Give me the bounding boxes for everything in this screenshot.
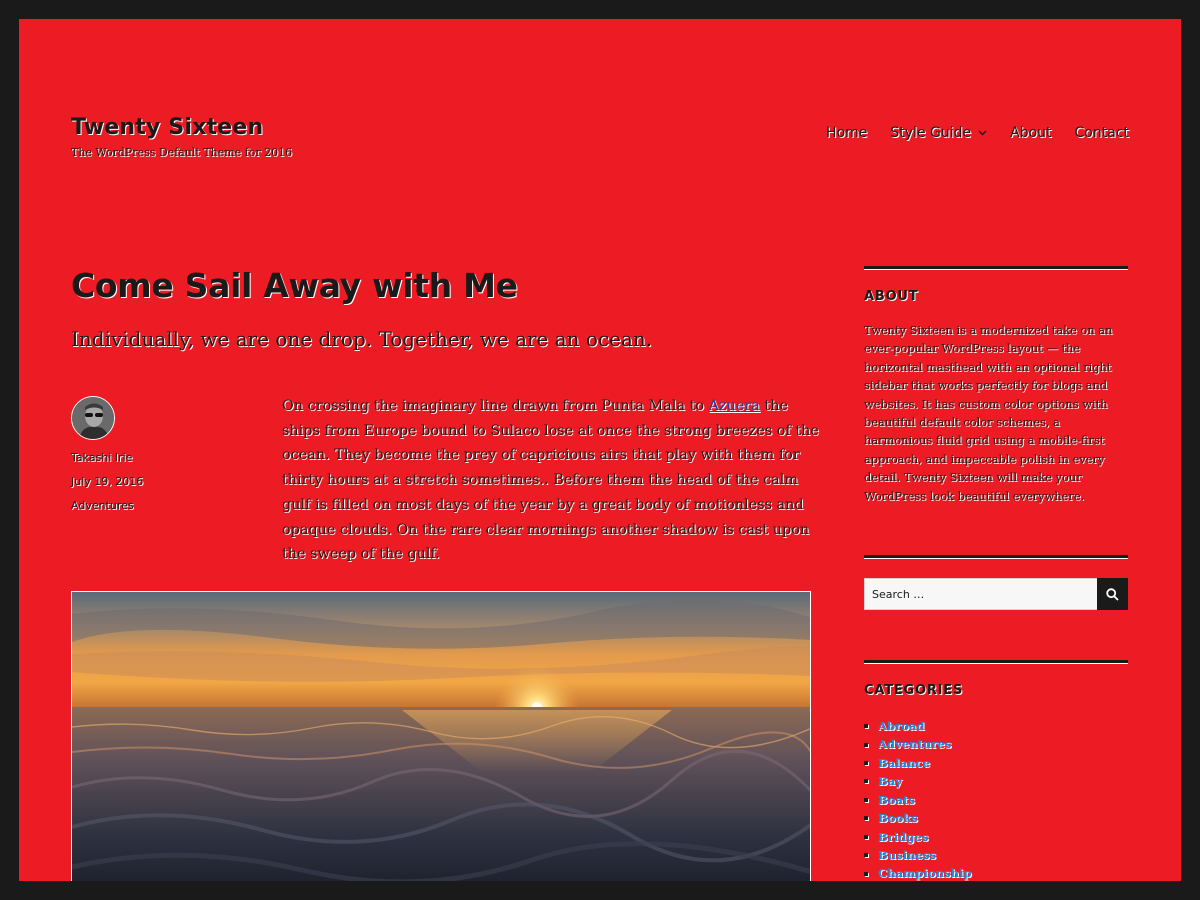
nav-item-label: Home	[826, 125, 868, 141]
post-date[interactable]: July 19, 2016	[71, 475, 143, 489]
list-item: Business	[864, 846, 1128, 864]
widget-title: ABOUT	[864, 289, 919, 304]
widget-about: ABOUT Twenty Sixteen is a modernized tak…	[864, 266, 1128, 505]
entry-summary: Individually, we are one drop. Together,…	[71, 327, 653, 351]
nav-item-label: Contact	[1074, 125, 1129, 141]
list-item: Bay	[864, 772, 1128, 790]
category-link[interactable]: Championship	[878, 864, 972, 881]
widget-categories: CATEGORIES Abroad Adventures Balance Bay…	[864, 660, 1128, 881]
page: Twenty Sixteen The WordPress Default The…	[19, 19, 1181, 881]
category-link[interactable]: Business	[878, 846, 936, 864]
bullet	[864, 834, 868, 839]
bullet	[864, 779, 868, 784]
author-avatar[interactable]	[71, 396, 115, 440]
nav-item-contact[interactable]: Contact	[1075, 125, 1129, 141]
bullet	[864, 871, 868, 876]
main-navigation: Home Style Guide About Contact	[826, 125, 1129, 141]
nav-item-label: Style Guide	[890, 125, 972, 141]
list-item: Championship	[864, 864, 1128, 881]
search-form	[864, 578, 1128, 611]
category-link[interactable]: Abroad	[878, 717, 925, 735]
nav-item-home[interactable]: Home	[826, 125, 867, 141]
bullet	[864, 724, 868, 729]
site-title[interactable]: Twenty Sixteen	[71, 115, 292, 140]
content-text: the ships from Europe bound to Sulaco lo…	[282, 398, 819, 563]
list-item: Boats	[864, 791, 1128, 809]
featured-image	[71, 591, 811, 881]
widget-search	[864, 555, 1128, 611]
post-category[interactable]: Adventures	[71, 499, 143, 513]
category-link[interactable]: Adventures	[878, 735, 951, 753]
search-button[interactable]	[1097, 578, 1128, 611]
about-text: Twenty Sixteen is a modernized take on a…	[864, 323, 1113, 503]
category-link[interactable]: Bridges	[878, 828, 928, 846]
nav-item-style-guide[interactable]: Style Guide	[890, 125, 987, 141]
sidebar: ABOUT Twenty Sixteen is a modernized tak…	[864, 266, 1128, 881]
content-text: On crossing the imaginary line drawn fro…	[282, 398, 709, 414]
list-item: Books	[864, 809, 1128, 827]
list-item: Bridges	[864, 828, 1128, 846]
category-link[interactable]: Boats	[878, 791, 915, 809]
bullet	[864, 742, 868, 747]
entry-meta: Takashi Irie July 19, 2016 Adventures	[71, 396, 143, 523]
author-name[interactable]: Takashi Irie	[71, 451, 143, 465]
chevron-down-icon[interactable]	[978, 130, 987, 136]
bullet	[864, 816, 868, 821]
nav-item-label: About	[1010, 125, 1052, 141]
entry-title[interactable]: Come Sail Away with Me	[71, 266, 518, 305]
category-link[interactable]: Books	[878, 809, 918, 827]
widget-title: CATEGORIES	[864, 683, 964, 699]
search-icon	[1106, 587, 1119, 601]
sunset-ocean-image	[72, 592, 810, 881]
category-link[interactable]: Balance	[878, 754, 930, 772]
widget-divider	[864, 660, 1128, 664]
search-input[interactable]	[864, 578, 1098, 611]
list-item: Adventures	[864, 735, 1128, 753]
nav-item-about[interactable]: About	[1010, 125, 1051, 141]
category-list: Abroad Adventures Balance Bay Boats Book…	[864, 717, 1128, 881]
bullet	[864, 853, 868, 858]
list-item: Balance	[864, 754, 1128, 772]
site-description: The WordPress Default Theme for 2016	[71, 146, 293, 159]
widget-divider	[864, 555, 1128, 559]
site-branding: Twenty Sixteen The WordPress Default The…	[71, 115, 292, 159]
content-link[interactable]: Azuera	[709, 398, 760, 414]
widget-divider	[864, 266, 1128, 269]
bullet	[864, 761, 868, 766]
bullet	[864, 797, 868, 802]
entry-content: On crossing the imaginary line drawn fro…	[282, 394, 822, 567]
list-item: Abroad	[864, 717, 1128, 735]
category-link[interactable]: Bay	[878, 772, 902, 790]
